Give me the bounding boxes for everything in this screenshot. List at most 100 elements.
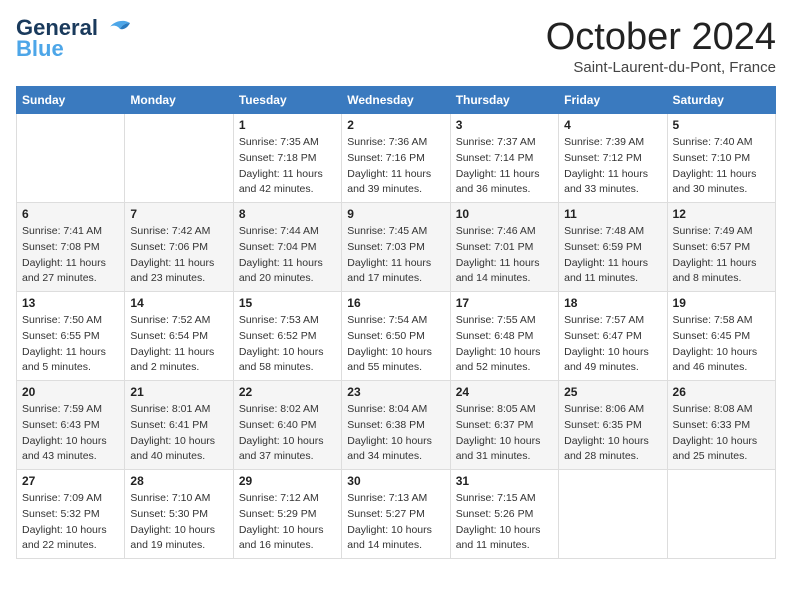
day-info: Sunrise: 7:48 AMSunset: 6:59 PMDaylight:… (564, 224, 661, 287)
page-header: General Blue October 2024 Saint-Laurent-… (16, 16, 776, 76)
day-number: 6 (22, 207, 119, 221)
day-info: Sunrise: 7:40 AMSunset: 7:10 PMDaylight:… (673, 135, 770, 198)
day-number: 29 (239, 474, 336, 488)
calendar-week-3: 13Sunrise: 7:50 AMSunset: 6:55 PMDayligh… (17, 292, 776, 381)
day-info: Sunrise: 7:13 AMSunset: 5:27 PMDaylight:… (347, 491, 444, 554)
calendar-cell: 29 Sunrise: 7:12 AMSunset: 5:29 PMDayligh… (233, 470, 341, 559)
calendar-cell: 9Sunrise: 7:45 AMSunset: 7:03 PMDaylight… (342, 203, 450, 292)
day-info: Sunrise: 7:15 AMSunset: 5:26 PMDaylight:… (456, 491, 553, 554)
day-number: 26 (673, 385, 770, 399)
day-info: Sunrise: 7:35 AMSunset: 7:18 PMDaylight:… (239, 135, 336, 198)
day-info: Sunrise: 7:49 AMSunset: 6:57 PMDaylight:… (673, 224, 770, 287)
day-number: 14 (130, 296, 227, 310)
calendar-cell: 24 Sunrise: 8:05 AMSunset: 6:37 PMDayligh… (450, 381, 558, 470)
calendar-cell: 25Sunrise: 8:06 AMSunset: 6:35 PMDayligh… (559, 381, 667, 470)
day-info: Sunrise: 7:10 AMSunset: 5:30 PMDaylight:… (130, 491, 227, 554)
calendar-cell: 31 Sunrise: 7:15 AMSunset: 5:26 PMDayligh… (450, 470, 558, 559)
day-info: Sunrise: 7:36 AMSunset: 7:16 PMDaylight:… (347, 135, 444, 198)
day-info: Sunrise: 7:46 AMSunset: 7:01 PMDaylight:… (456, 224, 553, 287)
day-info: Sunrise: 7:09 AMSunset: 5:32 PMDaylight:… (22, 491, 119, 554)
calendar-cell: 23 Sunrise: 8:04 AMSunset: 6:38 PMDayligh… (342, 381, 450, 470)
day-info: Sunrise: 7:54 AMSunset: 6:50 PMDaylight:… (347, 313, 444, 376)
col-header-tuesday: Tuesday (233, 87, 341, 114)
day-number: 21 (130, 385, 227, 399)
day-info: Sunrise: 7:59 AMSunset: 6:43 PMDaylight:… (22, 402, 119, 465)
day-info: Sunrise: 7:57 AMSunset: 6:47 PMDaylight:… (564, 313, 661, 376)
calendar-week-2: 6 Sunrise: 7:41 AMSunset: 7:08 PMDaylight… (17, 203, 776, 292)
calendar-cell: 11 Sunrise: 7:48 AMSunset: 6:59 PMDayligh… (559, 203, 667, 292)
day-info: Sunrise: 8:04 AMSunset: 6:38 PMDaylight:… (347, 402, 444, 465)
calendar-cell: 1 Sunrise: 7:35 AMSunset: 7:18 PMDaylight… (233, 114, 341, 203)
calendar-cell (17, 114, 125, 203)
calendar-cell (125, 114, 233, 203)
day-info: Sunrise: 7:42 AMSunset: 7:06 PMDaylight:… (130, 224, 227, 287)
calendar-table: SundayMondayTuesdayWednesdayThursdayFrid… (16, 86, 776, 559)
day-number: 7 (130, 207, 227, 221)
day-number: 15 (239, 296, 336, 310)
col-header-saturday: Saturday (667, 87, 775, 114)
day-number: 31 (456, 474, 553, 488)
day-number: 23 (347, 385, 444, 399)
day-info: Sunrise: 8:06 AMSunset: 6:35 PMDaylight:… (564, 402, 661, 465)
calendar-cell: 19 Sunrise: 7:58 AMSunset: 6:45 PMDayligh… (667, 292, 775, 381)
day-number: 24 (456, 385, 553, 399)
day-info: Sunrise: 7:58 AMSunset: 6:45 PMDaylight:… (673, 313, 770, 376)
day-number: 17 (456, 296, 553, 310)
day-info: Sunrise: 8:08 AMSunset: 6:33 PMDaylight:… (673, 402, 770, 465)
day-info: Sunrise: 7:12 AMSunset: 5:29 PMDaylight:… (239, 491, 336, 554)
day-number: 11 (564, 207, 661, 221)
calendar-cell: 10 Sunrise: 7:46 AMSunset: 7:01 PMDayligh… (450, 203, 558, 292)
calendar-cell: 26 Sunrise: 8:08 AMSunset: 6:33 PMDayligh… (667, 381, 775, 470)
calendar-cell: 21 Sunrise: 8:01 AMSunset: 6:41 PMDayligh… (125, 381, 233, 470)
day-number: 27 (22, 474, 119, 488)
day-number: 13 (22, 296, 119, 310)
day-info: Sunrise: 7:41 AMSunset: 7:08 PMDaylight:… (22, 224, 119, 287)
logo-bird-icon (102, 17, 132, 39)
day-info: Sunrise: 7:39 AMSunset: 7:12 PMDaylight:… (564, 135, 661, 198)
calendar-cell: 13Sunrise: 7:50 AMSunset: 6:55 PMDayligh… (17, 292, 125, 381)
col-header-monday: Monday (125, 87, 233, 114)
calendar-cell: 5 Sunrise: 7:40 AMSunset: 7:10 PMDaylight… (667, 114, 775, 203)
day-number: 5 (673, 118, 770, 132)
col-header-wednesday: Wednesday (342, 87, 450, 114)
day-info: Sunrise: 8:02 AMSunset: 6:40 PMDaylight:… (239, 402, 336, 465)
month-title: October 2024 (546, 16, 776, 59)
calendar-cell: 22Sunrise: 8:02 AMSunset: 6:40 PMDayligh… (233, 381, 341, 470)
day-info: Sunrise: 7:52 AMSunset: 6:54 PMDaylight:… (130, 313, 227, 376)
col-header-friday: Friday (559, 87, 667, 114)
calendar-cell: 20 Sunrise: 7:59 AMSunset: 6:43 PMDayligh… (17, 381, 125, 470)
day-info: Sunrise: 7:37 AMSunset: 7:14 PMDaylight:… (456, 135, 553, 198)
day-number: 19 (673, 296, 770, 310)
day-info: Sunrise: 7:53 AMSunset: 6:52 PMDaylight:… (239, 313, 336, 376)
col-header-sunday: Sunday (17, 87, 125, 114)
logo-blue-text: Blue (16, 36, 64, 62)
calendar-cell: 18Sunrise: 7:57 AMSunset: 6:47 PMDayligh… (559, 292, 667, 381)
day-info: Sunrise: 7:44 AMSunset: 7:04 PMDaylight:… (239, 224, 336, 287)
day-number: 1 (239, 118, 336, 132)
calendar-week-5: 27 Sunrise: 7:09 AMSunset: 5:32 PMDayligh… (17, 470, 776, 559)
day-info: Sunrise: 8:05 AMSunset: 6:37 PMDaylight:… (456, 402, 553, 465)
calendar-week-1: 1 Sunrise: 7:35 AMSunset: 7:18 PMDaylight… (17, 114, 776, 203)
day-number: 28 (130, 474, 227, 488)
calendar-header-row: SundayMondayTuesdayWednesdayThursdayFrid… (17, 87, 776, 114)
calendar-cell: 6 Sunrise: 7:41 AMSunset: 7:08 PMDaylight… (17, 203, 125, 292)
calendar-cell: 17 Sunrise: 7:55 AMSunset: 6:48 PMDayligh… (450, 292, 558, 381)
calendar-cell: 8 Sunrise: 7:44 AMSunset: 7:04 PMDaylight… (233, 203, 341, 292)
calendar-cell: 3 Sunrise: 7:37 AMSunset: 7:14 PMDaylight… (450, 114, 558, 203)
day-number: 12 (673, 207, 770, 221)
calendar-cell: 16Sunrise: 7:54 AMSunset: 6:50 PMDayligh… (342, 292, 450, 381)
col-header-thursday: Thursday (450, 87, 558, 114)
day-number: 8 (239, 207, 336, 221)
day-number: 9 (347, 207, 444, 221)
calendar-cell: 15 Sunrise: 7:53 AMSunset: 6:52 PMDayligh… (233, 292, 341, 381)
day-number: 20 (22, 385, 119, 399)
day-info: Sunrise: 7:55 AMSunset: 6:48 PMDaylight:… (456, 313, 553, 376)
title-block: October 2024 Saint-Laurent-du-Pont, Fran… (546, 16, 776, 76)
calendar-cell: 30Sunrise: 7:13 AMSunset: 5:27 PMDayligh… (342, 470, 450, 559)
calendar-cell (559, 470, 667, 559)
day-number: 10 (456, 207, 553, 221)
calendar-cell: 12 Sunrise: 7:49 AMSunset: 6:57 PMDayligh… (667, 203, 775, 292)
day-number: 3 (456, 118, 553, 132)
calendar-cell: 27 Sunrise: 7:09 AMSunset: 5:32 PMDayligh… (17, 470, 125, 559)
day-info: Sunrise: 8:01 AMSunset: 6:41 PMDaylight:… (130, 402, 227, 465)
